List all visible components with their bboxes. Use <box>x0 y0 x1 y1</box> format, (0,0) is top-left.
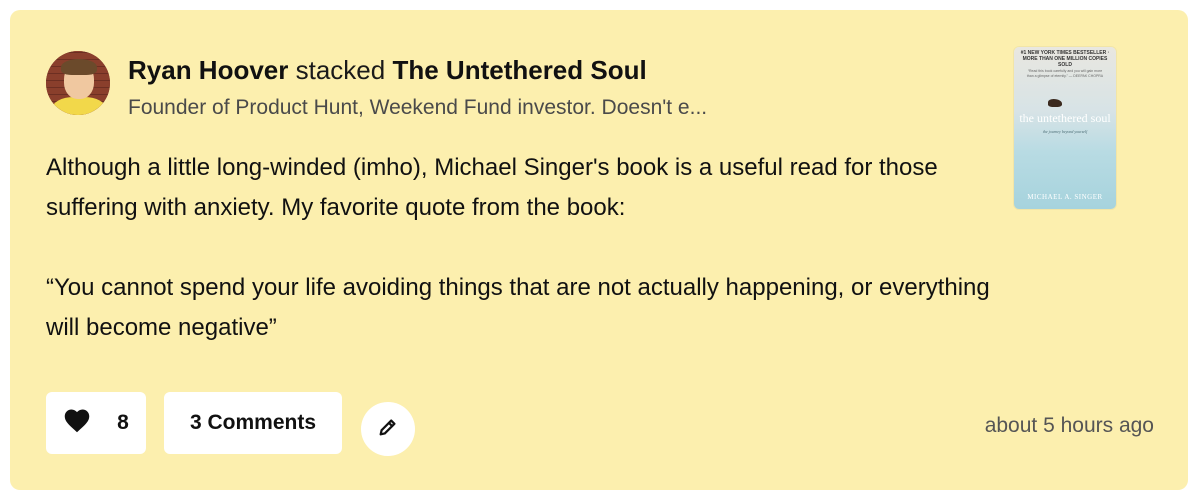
book-title-link[interactable]: The Untethered Soul <box>392 55 646 85</box>
author-name-link[interactable]: Ryan Hoover <box>128 55 288 85</box>
post-quote: “You cannot spend your life avoiding thi… <box>46 274 990 341</box>
edit-button[interactable] <box>361 402 415 456</box>
book-cover-author: MICHAEL A. SINGER <box>1027 193 1103 201</box>
action-verb: stacked <box>295 55 386 85</box>
like-count: 8 <box>117 411 129 434</box>
book-cover-subtitle: the journey beyond yourself <box>1042 129 1088 134</box>
post-body-paragraph: Although a little long-winded (imho), Mi… <box>46 154 938 221</box>
post-timestamp: about 5 hours ago <box>984 414 1154 437</box>
heart-icon <box>63 407 91 439</box>
author-avatar[interactable] <box>46 51 110 115</box>
author-bio: Founder of Product Hunt, Weekend Fund in… <box>128 96 708 119</box>
book-cover-quote: “Read this book carefully and you will g… <box>1026 69 1104 78</box>
book-cover-image[interactable]: #1 NEW YORK TIMES BESTSELLER · MORE THAN… <box>1014 47 1116 209</box>
horse-illustration <box>1048 99 1062 107</box>
book-cover-banner: #1 NEW YORK TIMES BESTSELLER · MORE THAN… <box>1020 50 1110 68</box>
stack-post-card: Ryan Hoover stacked The Untethered Soul … <box>10 10 1188 490</box>
book-cover-title: the untethered soul <box>1019 111 1111 125</box>
post-headline: Ryan Hoover stacked The Untethered Soul <box>128 54 647 86</box>
like-button[interactable]: 8 <box>46 392 146 454</box>
comments-button[interactable]: 3 Comments <box>164 392 342 454</box>
pencil-icon <box>377 416 399 443</box>
post-body: Although a little long-winded (imho), Mi… <box>46 148 1006 348</box>
